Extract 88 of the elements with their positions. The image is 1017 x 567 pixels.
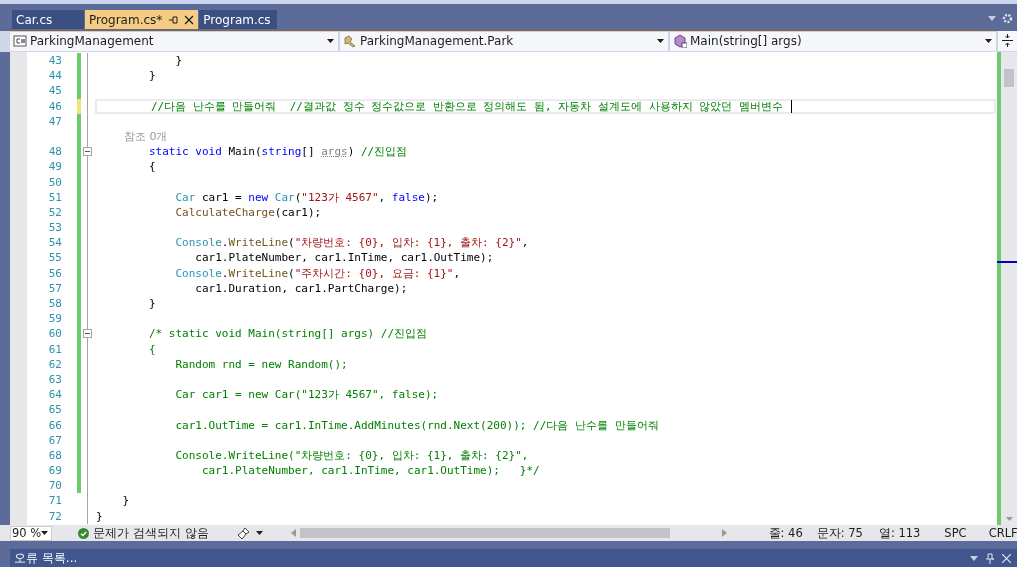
code-line: Car car1 = new Car("123가 4567", false);: [174, 387, 439, 403]
split-button[interactable]: [998, 31, 1017, 51]
file-tab[interactable]: Program.cs*: [85, 10, 199, 29]
code-line: {: [147, 160, 156, 174]
code-line: Random rnd = new Random();: [174, 357, 348, 371]
zoom-dropdown[interactable]: 90 %: [10, 525, 53, 541]
code-line: car1.PlateNumber, car1.InTime, car1.OutTime);: [194, 251, 494, 265]
line-number: 57: [47, 281, 62, 295]
line-number: 51: [47, 190, 62, 204]
issues-status[interactable]: 문제가 검색되지 않음: [93, 525, 209, 541]
code-line: Console.WriteLine("차량번호: {0}, 입차: {1}, 출차: {2}",: [174, 235, 529, 251]
line-number: 55: [47, 251, 62, 265]
line-number: 47: [47, 114, 62, 128]
brush-icon[interactable]: [236, 526, 251, 540]
line-number: 45: [47, 84, 62, 98]
caret-icon: [985, 39, 992, 44]
collapse-icon[interactable]: [83, 147, 92, 157]
whitespace-indicator[interactable]: SPC: [944, 526, 967, 540]
line-number: 68: [47, 448, 62, 462]
line-number: 67: [47, 433, 62, 447]
line-number: 43: [47, 54, 62, 68]
code-line: car1.Duration, car1.PartCharge);: [194, 281, 408, 295]
member-dropdown[interactable]: Main(string[] args): [670, 31, 996, 51]
code-line: }: [174, 54, 183, 68]
line-number: 44: [47, 69, 62, 83]
line-number: 50: [47, 175, 62, 189]
code-line: }: [147, 69, 156, 83]
line-ending-indicator[interactable]: CRLF: [988, 526, 1017, 540]
scroll-thumb[interactable]: [1004, 68, 1014, 87]
code-line: static void Main(string[] args) //진입점: [147, 144, 408, 160]
file-tab[interactable]: Program.cs: [199, 10, 277, 29]
code-line: {: [147, 342, 156, 356]
pin-icon[interactable]: [168, 14, 179, 25]
line-number: 48: [47, 145, 62, 159]
method-icon: [673, 34, 687, 49]
line-number: 64: [47, 388, 62, 402]
code-line: car1.OutTime = car1.InTime.AddMinutes(rnd.Next(200)); //다음 난수를 만들어줘: [174, 417, 659, 433]
line-number: 56: [47, 266, 62, 280]
code-line: CalculateCharge(car1);: [174, 205, 322, 219]
line-number: 60: [47, 327, 62, 341]
file-tab[interactable]: Car.cs: [12, 10, 84, 29]
line-number: 70: [47, 479, 62, 493]
line-number: 49: [47, 160, 62, 174]
caret-icon[interactable]: [255, 531, 263, 535]
line-number: 54: [47, 236, 62, 250]
code-line: }: [121, 494, 130, 508]
project-dropdown[interactable]: ParkingManagement: [10, 31, 338, 51]
code-line: car1.PlateNumber, car1.InTime, car1.OutTime); }*/: [200, 464, 540, 478]
text-caret: [791, 99, 793, 113]
line-number: 63: [47, 373, 62, 386]
code-line: Car car1 = new Car("123가 4567", false);: [174, 189, 439, 205]
line-number: 66: [47, 418, 62, 432]
csharp-file-icon: [13, 34, 27, 49]
code-line: Console.WriteLine("차량번호: {0}, 입차: {1}, 출차: {2}",: [174, 447, 529, 463]
line-number: 69: [47, 464, 62, 478]
code-line: }: [96, 509, 103, 523]
check-icon: [78, 527, 90, 539]
line-number: 59: [47, 312, 62, 326]
line-number: 72: [47, 509, 62, 523]
character-indicator: 문자: 75: [816, 525, 863, 541]
dropdown-icon[interactable]: [970, 555, 978, 561]
type-dropdown[interactable]: ParkingManagement.Park: [340, 31, 668, 51]
line-number: 46: [47, 99, 62, 113]
close-icon[interactable]: [184, 14, 195, 25]
line-number: 52: [47, 205, 62, 219]
settings-icon[interactable]: [1002, 13, 1013, 24]
line-number: 65: [47, 403, 62, 417]
horizontal-scroll-thumb[interactable]: [299, 528, 670, 538]
line-number: 61: [47, 342, 62, 356]
dropdown-icon[interactable]: [988, 16, 996, 21]
caret-marker: [997, 260, 1017, 263]
caret-icon: [327, 39, 334, 44]
line-indicator: 줄: 46: [768, 525, 803, 541]
code-line: //다음 난수를 만들어줘 //결과값 정수 정수값으로 반환으로 정의해도 됨, 자동차 설계도에 사용하지 않았던 멤버변수: [149, 98, 784, 114]
line-number: 62: [47, 357, 62, 371]
code-line: /* static void Main(string[] args) //진입점: [147, 326, 427, 342]
caret-icon: [41, 531, 49, 535]
collapse-icon[interactable]: [83, 329, 92, 339]
line-number: 58: [47, 297, 62, 311]
code-line: }: [147, 297, 156, 311]
line-number: 71: [47, 494, 62, 508]
caret-icon: [657, 39, 664, 44]
split-icon: [1002, 34, 1013, 48]
class-icon: [343, 34, 357, 49]
line-number: 53: [47, 221, 62, 235]
code-line: Console.WriteLine("주차시간: {0}, 요금: {1}",: [174, 265, 461, 281]
pin-icon[interactable]: [986, 552, 994, 564]
column-indicator: 열: 113: [878, 525, 921, 541]
